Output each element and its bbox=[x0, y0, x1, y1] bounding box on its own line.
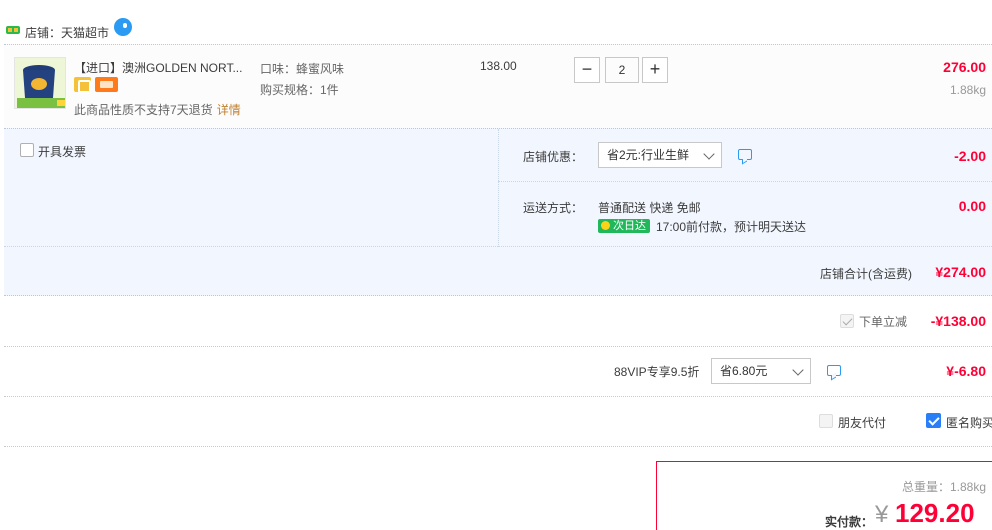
quantity-decrease-button[interactable]: − bbox=[574, 57, 600, 83]
vip-discount-row: 88VIP专享9.5折 省6.80元 ¥-6.80 bbox=[4, 347, 992, 397]
shipping-amount: 0.00 bbox=[958, 198, 986, 214]
instant-discount-row: 下单立减 -¥138.00 bbox=[4, 297, 992, 347]
instant-discount-amount: -¥138.00 bbox=[930, 313, 986, 329]
anonymous-label[interactable]: 匿名购买 bbox=[946, 414, 992, 431]
import-badge-icon bbox=[74, 77, 91, 93]
shop-promo-label: 店铺优惠： bbox=[523, 150, 584, 164]
product-title[interactable]: 【进口】澳洲GOLDEN NORT... bbox=[74, 59, 249, 76]
next-day-badge: 次日达 bbox=[598, 219, 650, 233]
payment-summary: 总重量：1.88kg 实付款： ¥ 129.20 bbox=[656, 461, 992, 530]
chat-icon[interactable] bbox=[114, 18, 132, 36]
instant-discount-checkbox bbox=[840, 314, 854, 328]
vip-discount-value: 省6.80元 bbox=[720, 364, 768, 378]
friend-pay-label[interactable]: 朋友代付 bbox=[838, 414, 886, 431]
unit-price: 138.00 bbox=[480, 59, 517, 73]
message-icon[interactable] bbox=[738, 149, 752, 160]
vip-discount-select[interactable]: 省6.80元 bbox=[711, 358, 811, 384]
item-subtotal: 276.00 bbox=[943, 59, 986, 75]
return-policy-text: 此商品性质不支持7天退货 bbox=[74, 103, 213, 117]
shop-header: 店铺：天猫超市 bbox=[0, 14, 992, 44]
currency-symbol: ¥ bbox=[875, 501, 889, 528]
detail-link[interactable]: 详情 bbox=[217, 103, 241, 117]
chevron-down-icon bbox=[703, 148, 715, 160]
divider bbox=[4, 246, 992, 247]
quantity-stepper: − 2 + bbox=[574, 57, 670, 85]
vip-discount-amount: ¥-6.80 bbox=[946, 363, 986, 379]
delivery-note: 17:00前付款，预计明天送达 bbox=[656, 220, 807, 234]
shop-total-amount: ¥274.00 bbox=[935, 264, 986, 280]
item-weight: 1.88kg bbox=[949, 83, 986, 97]
chevron-down-icon bbox=[792, 364, 804, 376]
instant-discount-label: 下单立减 bbox=[859, 315, 908, 329]
invoice-label[interactable]: 开具发票 bbox=[38, 143, 86, 160]
shipping-label: 运送方式： bbox=[523, 201, 584, 215]
order-options-row: 朋友代付 匿名购买 bbox=[4, 397, 992, 447]
shop-order-panel: 开具发票 店铺优惠： 省2元:行业生鲜 -2.00 运送方式： 普通配送 快递 … bbox=[4, 128, 992, 296]
message-icon[interactable] bbox=[827, 365, 841, 376]
anonymous-checkbox[interactable] bbox=[926, 413, 941, 428]
return-policy-note: 此商品性质不支持7天退货 详情 bbox=[74, 101, 241, 118]
pay-label: 实付款： bbox=[825, 515, 874, 529]
shipping-method: 普通配送 快递 免邮 bbox=[598, 201, 701, 215]
sku-spec: 购买规格：1件 bbox=[260, 83, 339, 97]
quantity-input[interactable]: 2 bbox=[605, 57, 639, 83]
card-badge-icon bbox=[95, 77, 118, 92]
shop-promo-value: 省2元:行业生鲜 bbox=[607, 148, 690, 162]
friend-pay-checkbox[interactable] bbox=[819, 414, 833, 428]
divider bbox=[498, 129, 499, 247]
shop-total-label: 店铺合计(含运费) bbox=[820, 267, 912, 281]
shop-promo-amount: -2.00 bbox=[954, 148, 986, 164]
divider bbox=[498, 181, 992, 182]
shop-name[interactable]: 店铺：天猫超市 bbox=[25, 24, 109, 41]
shop-promo-select[interactable]: 省2元:行业生鲜 bbox=[598, 142, 722, 168]
cart-item-row: 【进口】澳洲GOLDEN NORT... 此商品性质不支持7天退货 详情 口味：蜂… bbox=[4, 44, 992, 128]
shop-icon bbox=[6, 24, 20, 34]
product-thumbnail[interactable] bbox=[14, 57, 66, 109]
vip-label: 88VIP专享9.5折 bbox=[614, 365, 700, 379]
total-weight: 总重量：1.88kg bbox=[901, 480, 986, 494]
sku-flavor: 口味：蜂蜜风味 bbox=[260, 62, 345, 76]
pay-amount: 129.20 bbox=[895, 498, 975, 528]
quantity-increase-button[interactable]: + bbox=[642, 57, 668, 83]
invoice-checkbox[interactable] bbox=[20, 143, 34, 157]
